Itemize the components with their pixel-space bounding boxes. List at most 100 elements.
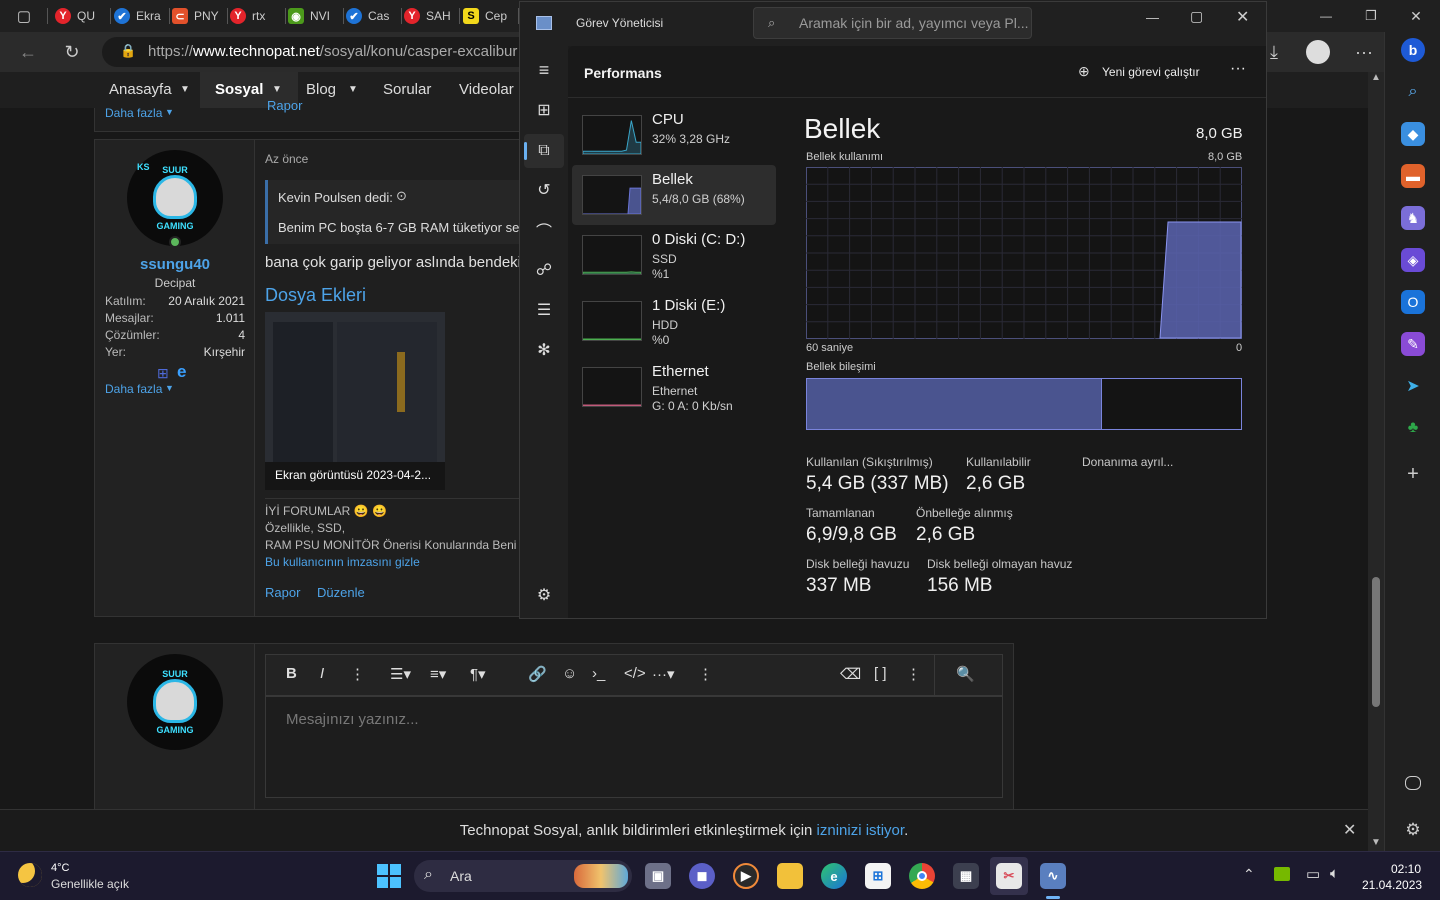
tools-icon[interactable]: ▬ bbox=[1401, 164, 1425, 188]
shopping-icon[interactable]: ◆ bbox=[1401, 122, 1425, 146]
minimize-icon[interactable]: — bbox=[1312, 2, 1340, 30]
gear-icon[interactable]: ⚙ bbox=[1401, 818, 1425, 842]
history-icon[interactable]: ↺ bbox=[532, 178, 556, 202]
link-icon[interactable]: 🔗 bbox=[528, 665, 547, 683]
paragraph-icon[interactable]: ¶▾ bbox=[470, 665, 486, 683]
code-block-icon[interactable]: </> bbox=[624, 665, 646, 682]
notification-link[interactable]: izninizi istiyor bbox=[817, 822, 905, 839]
users-icon[interactable]: ☍ bbox=[532, 258, 556, 282]
weather-icon[interactable] bbox=[18, 863, 42, 887]
maximize-icon[interactable]: ❐ bbox=[1357, 2, 1385, 30]
search-input[interactable]: ⌕ Aramak için bir ad, yayımcı veya Pl... bbox=[753, 7, 1032, 39]
tab-actions-icon[interactable]: ▢ bbox=[10, 2, 38, 30]
scroll-up-icon[interactable]: ▲ bbox=[1371, 72, 1381, 83]
refresh-icon[interactable]: ↻ bbox=[58, 38, 86, 66]
profile-avatar[interactable] bbox=[1304, 38, 1332, 66]
bold-icon[interactable]: B bbox=[286, 665, 297, 682]
page-scrollbar[interactable]: ▲ ▼ bbox=[1368, 72, 1384, 851]
chevron-down-icon[interactable]: ▼ bbox=[180, 84, 190, 95]
store-icon[interactable]: ⊞ bbox=[865, 863, 891, 889]
clock-time[interactable]: 02:10 bbox=[1391, 862, 1421, 876]
settings-more-icon[interactable]: ··· bbox=[1350, 38, 1378, 66]
performance-icon[interactable]: ⧉ bbox=[532, 139, 556, 163]
send-icon[interactable]: ➤ bbox=[1401, 374, 1425, 398]
add-icon[interactable]: + bbox=[1401, 462, 1425, 486]
brackets-icon[interactable]: [ ] bbox=[874, 665, 887, 682]
outlook-icon[interactable]: O bbox=[1401, 290, 1425, 314]
tree-icon[interactable]: ♣ bbox=[1401, 416, 1425, 440]
close-icon[interactable]: ✕ bbox=[1402, 2, 1430, 30]
preview-icon[interactable]: 🔍 bbox=[956, 665, 975, 683]
hide-signature-link[interactable]: Bu kullanıcının imzasını gizle bbox=[265, 555, 420, 569]
chevron-down-icon[interactable]: ▼ bbox=[348, 84, 358, 95]
chevron-up-icon[interactable]: ⌃ bbox=[1243, 866, 1255, 883]
media-player-icon[interactable]: ▶ bbox=[733, 863, 759, 889]
sidebar-toggle-icon[interactable] bbox=[1405, 776, 1421, 790]
processes-icon[interactable]: ⊞ bbox=[532, 98, 556, 122]
windows-start-icon[interactable] bbox=[376, 863, 402, 889]
close-icon[interactable]: ✕ bbox=[1236, 7, 1249, 27]
gear-icon[interactable]: ⚙ bbox=[532, 583, 556, 607]
edit-link[interactable]: Düzenle bbox=[317, 585, 365, 600]
nvidia-tray-icon[interactable] bbox=[1274, 867, 1290, 881]
nav-home[interactable]: Anasayfa bbox=[109, 81, 172, 98]
perf-item[interactable]: Ethernet Ethernet G: 0 A: 0 Kb/sn bbox=[572, 357, 776, 417]
browser-tab[interactable]: Y SAH bbox=[404, 4, 458, 28]
perf-item[interactable]: 0 Diski (C: D:) SSD %1 bbox=[572, 225, 776, 285]
browser-tab[interactable]: S Cep bbox=[463, 4, 517, 28]
perf-item[interactable]: Bellek 5,4/8,0 GB (68%) bbox=[572, 165, 776, 225]
code-inline-icon[interactable]: ›_ bbox=[592, 665, 605, 682]
report-link[interactable]: Rapor bbox=[265, 585, 300, 600]
teams-chat-icon[interactable]: ◼ bbox=[689, 863, 715, 889]
browser-tab[interactable]: Y QU bbox=[55, 4, 109, 28]
minimize-icon[interactable]: — bbox=[1146, 10, 1159, 25]
eraser-icon[interactable]: ⌫ bbox=[840, 665, 861, 683]
more-link[interactable]: Daha fazla bbox=[105, 382, 162, 396]
arrow-up-circle-icon[interactable]: ⊙ bbox=[396, 188, 407, 204]
nav-videos[interactable]: Videolar bbox=[459, 81, 514, 98]
more-link[interactable]: Daha fazla bbox=[105, 106, 162, 120]
avatar[interactable]: SUUR GAMING KS bbox=[127, 150, 223, 246]
username[interactable]: ssungu40 bbox=[95, 256, 255, 273]
scroll-down-icon[interactable]: ▼ bbox=[1371, 837, 1381, 848]
file-explorer-icon[interactable] bbox=[777, 863, 803, 889]
post-time[interactable]: Az önce bbox=[265, 152, 308, 166]
services-icon[interactable]: ✻ bbox=[532, 338, 556, 362]
chrome-icon[interactable] bbox=[909, 863, 935, 889]
nav-blog[interactable]: Blog bbox=[306, 81, 336, 98]
more-vertical-icon[interactable]: ⋮ bbox=[906, 665, 921, 683]
back-icon[interactable]: ← bbox=[14, 38, 42, 66]
designer-icon[interactable]: ✎ bbox=[1401, 332, 1425, 356]
perf-item[interactable]: 1 Diski (E:) HDD %0 bbox=[572, 291, 776, 351]
more-vertical-icon[interactable]: ⋮ bbox=[350, 665, 365, 683]
browser-tab[interactable]: ✔ Cas bbox=[346, 4, 400, 28]
clock-date[interactable]: 21.04.2023 bbox=[1362, 878, 1422, 892]
hamburger-icon[interactable]: ≡ bbox=[532, 58, 556, 82]
games-icon[interactable]: ♞ bbox=[1401, 206, 1425, 230]
edge-icon[interactable]: e bbox=[821, 863, 847, 889]
more-options-icon[interactable]: ··· bbox=[1230, 60, 1246, 78]
search-icon[interactable]: ⌕ bbox=[1401, 80, 1425, 104]
maximize-icon[interactable]: ▢ bbox=[1190, 8, 1203, 25]
message-input[interactable]: Mesajınızı yazınız... bbox=[265, 696, 1003, 798]
browser-tab[interactable]: ✔ Ekra bbox=[114, 4, 168, 28]
close-icon[interactable]: ✕ bbox=[1343, 820, 1356, 840]
startup-icon[interactable]: ⌒ bbox=[532, 218, 556, 242]
snipping-tool-icon[interactable]: ✂ bbox=[996, 863, 1022, 889]
more-vertical-icon[interactable]: ⋮ bbox=[698, 665, 713, 683]
weather-desc[interactable]: Genellikle açık bbox=[51, 877, 129, 891]
avatar[interactable]: SUUR GAMING bbox=[127, 654, 223, 750]
list-icon[interactable]: ☰▾ bbox=[390, 665, 411, 683]
run-task-button[interactable]: Yeni görevi çalıştır bbox=[1102, 65, 1200, 79]
scroll-thumb[interactable] bbox=[1372, 577, 1380, 707]
italic-icon[interactable]: I bbox=[320, 665, 324, 682]
microsoft365-icon[interactable]: ◈ bbox=[1401, 248, 1425, 272]
quote-author[interactable]: Kevin Poulsen dedi: bbox=[278, 190, 393, 205]
browser-tab[interactable]: Yrtx bbox=[230, 4, 284, 28]
network-icon[interactable]: ▭ bbox=[1306, 865, 1320, 883]
task-view-icon[interactable]: ▣ bbox=[645, 863, 671, 889]
smile-icon[interactable]: ☺ bbox=[562, 665, 577, 682]
task-manager-icon[interactable]: ∿ bbox=[1040, 863, 1066, 889]
chevron-down-icon[interactable]: ▼ bbox=[272, 84, 282, 95]
browser-tab[interactable]: ⊂ PNY bbox=[172, 4, 226, 28]
